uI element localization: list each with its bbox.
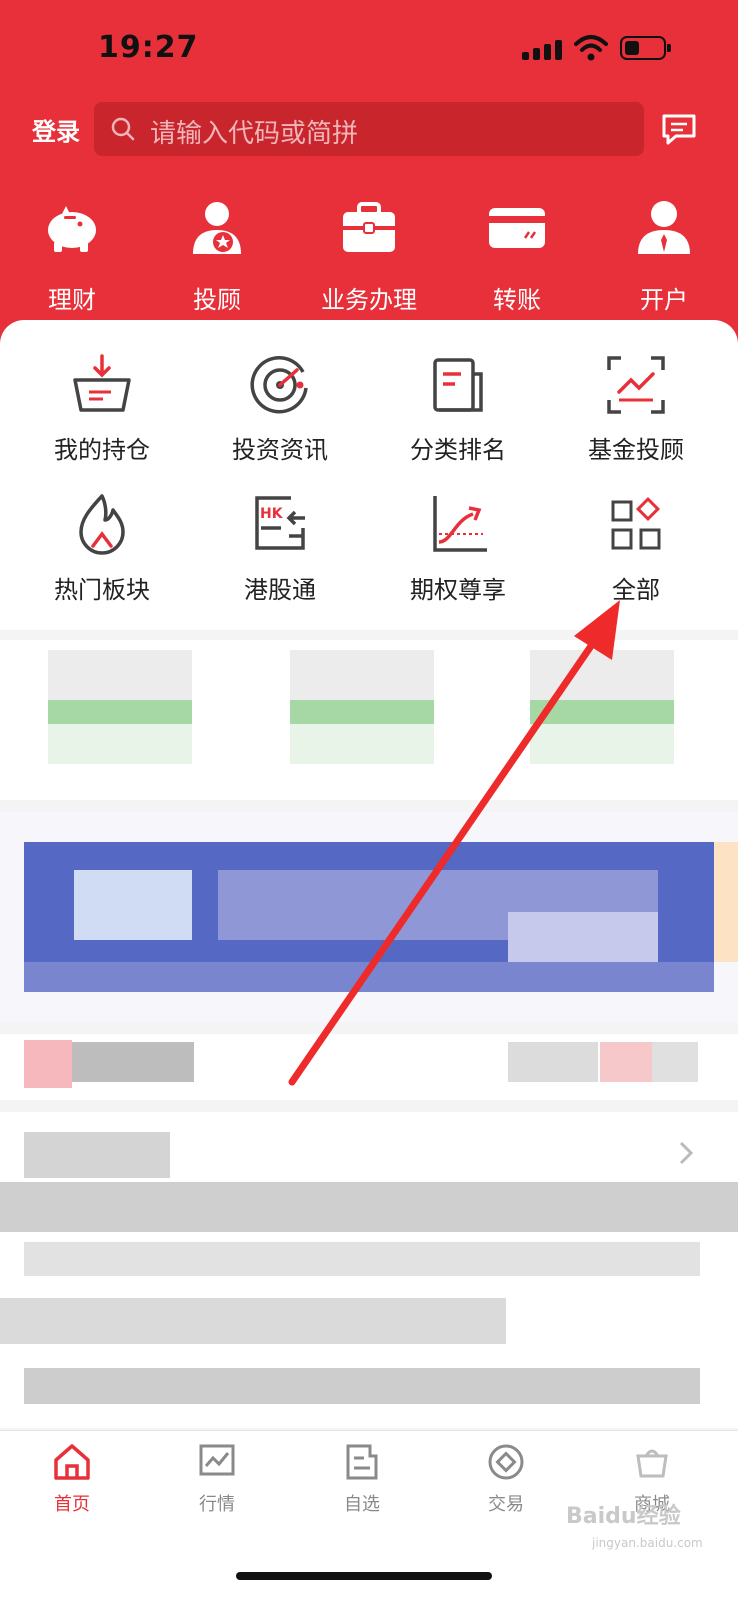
- nav-item-label: 转账: [493, 286, 541, 314]
- menu-item-ranking[interactable]: 分类排名: [368, 352, 548, 465]
- hk-connect-icon: HK: [255, 496, 305, 550]
- status-time: 19:27: [98, 30, 199, 65]
- nav-item-open-account[interactable]: 开户: [594, 196, 734, 315]
- piggy-bank-icon: [48, 206, 96, 252]
- home-icon: [54, 1444, 90, 1480]
- menu-item-label: 投资资讯: [232, 436, 328, 464]
- all-apps-icon: [611, 496, 661, 550]
- ranking-icon: [433, 358, 483, 412]
- menu-item-hk-connect[interactable]: HK 港股通: [190, 492, 370, 605]
- watchlist-icon: [346, 1444, 378, 1480]
- nav-item-label: 业务办理: [321, 286, 417, 314]
- menu-item-fund-advisor[interactable]: 基金投顾: [546, 352, 726, 465]
- flame-icon: [79, 494, 125, 555]
- battery-icon: [620, 36, 671, 60]
- home-indicator: [236, 1572, 492, 1580]
- tab-label: 首页: [54, 1494, 90, 1515]
- nav-item-advisor[interactable]: 投顾: [147, 196, 287, 315]
- nav-item-business[interactable]: 业务办理: [299, 196, 439, 315]
- search-placeholder: 请输入代码或简拼: [150, 119, 359, 149]
- advisor-icon: [193, 202, 241, 254]
- nav-item-wealth[interactable]: 理财: [2, 196, 142, 315]
- svg-text:HK: HK: [260, 506, 284, 522]
- card-icon: [489, 208, 545, 248]
- news-ticker[interactable]: [0, 1034, 738, 1100]
- menu-item-label: 期权尊享: [410, 576, 506, 604]
- promo-banner[interactable]: [0, 812, 738, 1022]
- menu-item-label: 热门板块: [54, 576, 150, 604]
- nav-item-label: 投顾: [193, 286, 241, 314]
- tab-trade[interactable]: 交易: [446, 1442, 566, 1516]
- wifi-icon: [574, 35, 608, 61]
- message-icon[interactable]: [660, 112, 698, 148]
- cellular-signal-icon: [522, 38, 564, 60]
- menu-item-holdings[interactable]: 我的持仓: [12, 352, 192, 465]
- tab-watchlist[interactable]: 自选: [302, 1442, 422, 1516]
- menu-item-hot-sectors[interactable]: 热门板块: [12, 492, 192, 605]
- login-link[interactable]: 登录: [32, 112, 80, 147]
- menu-item-label: 基金投顾: [588, 436, 684, 464]
- tab-home[interactable]: 首页: [12, 1442, 132, 1516]
- radar-icon: [250, 356, 308, 414]
- menu-item-label: 分类排名: [410, 436, 506, 464]
- tab-market[interactable]: 行情: [157, 1442, 277, 1516]
- menu-item-label: 港股通: [244, 576, 316, 604]
- market-icon: [199, 1444, 235, 1476]
- menu-item-all[interactable]: 全部: [546, 492, 726, 605]
- search-icon: [111, 117, 135, 141]
- holdings-icon: [73, 354, 131, 412]
- menu-item-label: 我的持仓: [54, 436, 150, 464]
- watermark-url: jingyan.baidu.com: [592, 1536, 703, 1550]
- news-list[interactable]: [0, 1112, 738, 1428]
- trade-icon: [488, 1444, 524, 1480]
- nav-item-label: 理财: [48, 286, 96, 314]
- tab-label: 交易: [488, 1494, 524, 1515]
- nav-item-transfer[interactable]: 转账: [447, 196, 587, 315]
- user-icon: [638, 201, 690, 254]
- search-input[interactable]: 请输入代码或简拼: [94, 102, 644, 156]
- menu-item-news[interactable]: 投资资讯: [190, 352, 370, 465]
- menu-item-options[interactable]: 期权尊享: [368, 492, 548, 605]
- chevron-right-icon[interactable]: [676, 1140, 696, 1166]
- tab-label: 行情: [199, 1494, 235, 1515]
- market-index-cards[interactable]: [0, 640, 738, 800]
- baidu-watermark: Baidu经验: [566, 1504, 681, 1529]
- options-chart-icon: [433, 496, 487, 552]
- menu-item-label: 全部: [612, 576, 660, 604]
- nav-item-label: 开户: [640, 286, 688, 314]
- briefcase-icon: [343, 202, 395, 252]
- tab-label: 自选: [344, 1494, 380, 1515]
- mall-icon: [636, 1449, 668, 1478]
- fund-advisor-icon: [607, 356, 665, 414]
